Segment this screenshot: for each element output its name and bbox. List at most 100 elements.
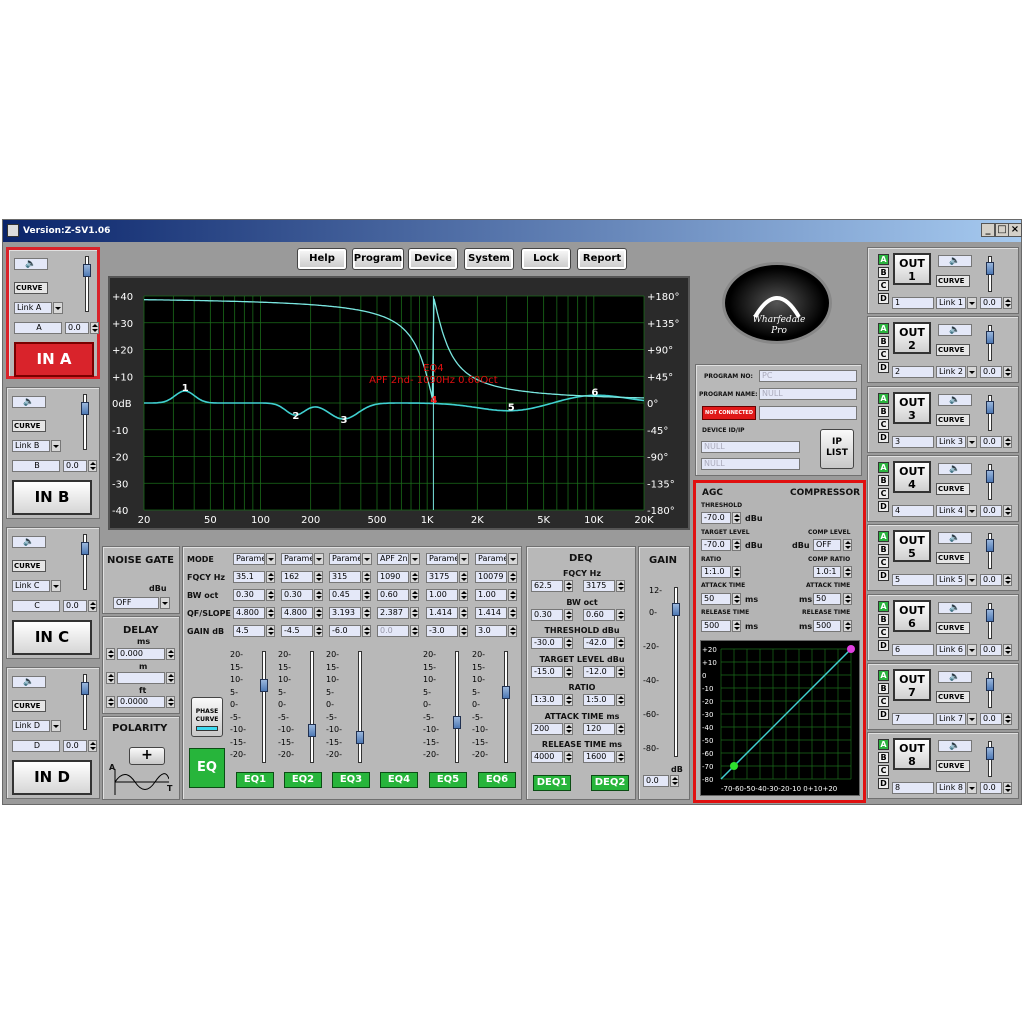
- eq-mode-dropdown[interactable]: [362, 553, 372, 565]
- menu-report-button[interactable]: Report: [577, 248, 627, 270]
- polarity-toggle-button[interactable]: +: [129, 747, 165, 765]
- speaker-icon[interactable]: 🔈: [12, 536, 46, 548]
- agc-threshold-spinner[interactable]: [732, 512, 741, 524]
- eq-band-button[interactable]: EQ1: [236, 772, 274, 788]
- maximize-icon[interactable]: □: [995, 223, 1009, 237]
- deq1-att-spinner[interactable]: [564, 722, 573, 735]
- eq-mode-field[interactable]: APF 2n: [377, 553, 409, 565]
- delay-ft-spin-right[interactable]: [166, 696, 175, 708]
- output-gain-spinner[interactable]: [1003, 782, 1012, 795]
- output-fader-knob[interactable]: [986, 539, 994, 553]
- input-fader-knob[interactable]: [81, 682, 89, 695]
- output-a-toggle[interactable]: A: [878, 600, 889, 612]
- deq2-tgt-spinner[interactable]: [616, 665, 625, 678]
- eq-bw-field[interactable]: 1.00: [475, 589, 507, 601]
- deq2-fqcy-spinner[interactable]: [616, 580, 625, 592]
- output-link-field[interactable]: Link 4: [936, 504, 966, 517]
- deq1-bw-field[interactable]: 0.30: [531, 608, 563, 621]
- output-link-dropdown[interactable]: [967, 643, 977, 656]
- output-c-toggle[interactable]: C: [878, 418, 889, 430]
- input-gain-field[interactable]: 0.0: [63, 600, 87, 612]
- eq-mode-dropdown[interactable]: [508, 553, 518, 565]
- deq2-bw-spinner[interactable]: [616, 608, 625, 621]
- output-gain-spinner[interactable]: [1003, 435, 1012, 448]
- speaker-icon[interactable]: 🔈: [938, 740, 972, 753]
- menu-help-button[interactable]: Help: [297, 248, 347, 270]
- agc-target-field[interactable]: -70.0: [701, 539, 731, 551]
- deq1-tgt-spinner[interactable]: [564, 665, 573, 678]
- agc-transfer-graph[interactable]: +20 +10 0 -10 -20 -30 -40 -50 -60 -70 -80 -70-60-50…: [700, 640, 860, 796]
- eq-qf-spinner[interactable]: [314, 607, 323, 619]
- eq-bw-spinner[interactable]: [459, 589, 468, 601]
- eq-freq-field[interactable]: 1090: [377, 571, 409, 583]
- input-link-dropdown[interactable]: [51, 440, 61, 452]
- deq2-rel-field[interactable]: 1600: [583, 751, 615, 763]
- output-c-toggle[interactable]: C: [878, 487, 889, 499]
- eq-gain-field[interactable]: -4.5: [281, 625, 313, 637]
- input-link-field[interactable]: Link A: [14, 302, 52, 314]
- eq-freq-spinner[interactable]: [362, 571, 371, 583]
- eq-mode-field[interactable]: Parame: [233, 553, 265, 565]
- eq-qf-field[interactable]: 1.414: [426, 607, 458, 619]
- eq-gain-fader-track[interactable]: [455, 651, 459, 763]
- eq-bw-field[interactable]: 0.30: [233, 589, 265, 601]
- eq-gain-fader-track[interactable]: [310, 651, 314, 763]
- deq2-bw-field[interactable]: 0.60: [583, 608, 615, 621]
- speaker-icon[interactable]: 🔈: [938, 462, 972, 475]
- output-d-toggle[interactable]: D: [878, 708, 889, 720]
- output-d-toggle[interactable]: D: [878, 293, 889, 304]
- eq-freq-field[interactable]: 10079: [475, 571, 507, 583]
- output-gain-spinner[interactable]: [1003, 366, 1012, 379]
- deq1-tgt-field[interactable]: -15.0: [531, 665, 563, 678]
- output-gain-field[interactable]: 0.0: [980, 712, 1002, 725]
- agc-release-spinner[interactable]: [732, 620, 741, 632]
- output-select-button[interactable]: OUT 5: [893, 530, 931, 563]
- eq-bw-field[interactable]: 0.30: [281, 589, 313, 601]
- eq-mode-field[interactable]: Parame: [475, 553, 507, 565]
- curve-button[interactable]: CURVE: [936, 413, 970, 426]
- output-b-toggle[interactable]: B: [878, 405, 889, 417]
- output-name-field[interactable]: 2: [892, 366, 934, 379]
- output-c-toggle[interactable]: C: [878, 280, 889, 291]
- menu-system-button[interactable]: System: [464, 248, 514, 270]
- device-ip-field[interactable]: NULL: [701, 458, 800, 470]
- delay-ms-spin-right[interactable]: [166, 648, 175, 660]
- agc-ratio-field[interactable]: 1:1.0: [701, 566, 731, 578]
- output-c-toggle[interactable]: C: [878, 765, 889, 777]
- input-gain-field[interactable]: 0.0: [63, 740, 87, 752]
- delay-ft-field[interactable]: 0.0000: [117, 696, 165, 708]
- curve-button[interactable]: CURVE: [936, 621, 970, 634]
- eq-mode-dropdown[interactable]: [410, 553, 420, 565]
- input-name-field[interactable]: B: [12, 460, 60, 472]
- output-gain-field[interactable]: 0.0: [980, 574, 1002, 587]
- eq-mode-dropdown[interactable]: [314, 553, 324, 565]
- output-link-field[interactable]: Link 3: [936, 435, 966, 448]
- deq2-att-field[interactable]: 120: [583, 722, 615, 735]
- input-select-button[interactable]: IN D: [12, 760, 92, 795]
- output-link-field[interactable]: Link 5: [936, 574, 966, 587]
- agc-target-spinner[interactable]: [732, 539, 741, 551]
- speaker-icon[interactable]: 🔈: [938, 393, 972, 406]
- eq-gain-field[interactable]: -3.0: [426, 625, 458, 637]
- eq-qf-spinner[interactable]: [410, 607, 419, 619]
- eq-bw-spinner[interactable]: [362, 589, 371, 601]
- output-link-dropdown[interactable]: [967, 435, 977, 448]
- deq1-ratio-spinner[interactable]: [564, 694, 573, 706]
- comp-level-spinner[interactable]: [843, 539, 852, 551]
- output-select-button[interactable]: OUT 6: [893, 599, 931, 632]
- agc-ratio-spinner[interactable]: [732, 566, 741, 578]
- eq-mode-field[interactable]: Parame: [426, 553, 458, 565]
- gain-value-spinner[interactable]: [670, 775, 679, 787]
- output-d-toggle[interactable]: D: [878, 500, 889, 512]
- deq1-rel-field[interactable]: 4000: [531, 751, 563, 763]
- comp-level-field[interactable]: OFF: [813, 539, 841, 551]
- eq-qf-spinner[interactable]: [459, 607, 468, 619]
- eq-mode-field[interactable]: Parame: [281, 553, 313, 565]
- eq-freq-field[interactable]: 35.1: [233, 571, 265, 583]
- delay-m-field[interactable]: [117, 672, 165, 684]
- eq-qf-field[interactable]: 1.414: [475, 607, 507, 619]
- eq-qf-spinner[interactable]: [362, 607, 371, 619]
- speaker-icon[interactable]: 🔈: [938, 670, 972, 683]
- output-d-toggle[interactable]: D: [878, 639, 889, 651]
- comp-attack-spinner[interactable]: [843, 593, 852, 605]
